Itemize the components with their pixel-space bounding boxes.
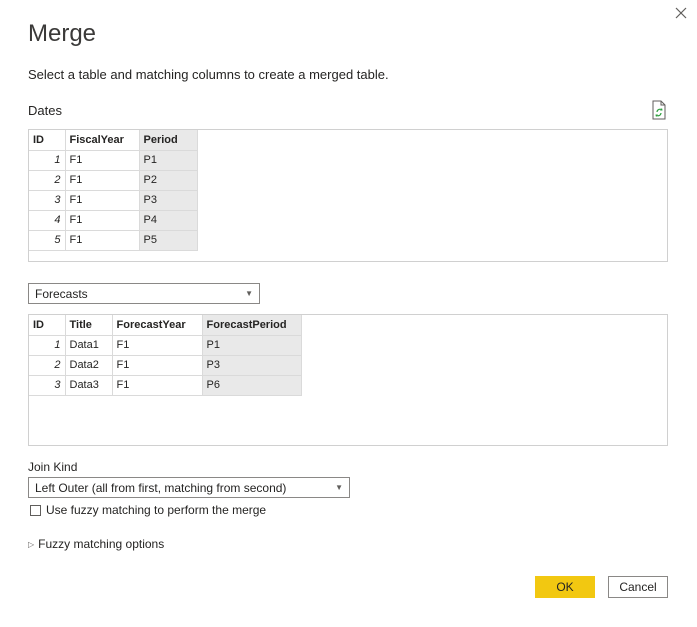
second-table-grid: ID Title ForecastYear ForecastPeriod 1 D…	[29, 315, 302, 396]
table-cell: P5	[138, 229, 198, 251]
refresh-icon[interactable]	[650, 100, 668, 120]
first-table-preview: ID FiscalYear Period 1 F1 P1 2 F1 P2 3 F…	[28, 129, 668, 262]
table-cell: P3	[138, 189, 198, 211]
table-cell: F1	[111, 354, 203, 376]
table-cell: P1	[201, 334, 302, 356]
table-row: 1 F1 P1	[29, 149, 198, 171]
table-cell: P4	[138, 209, 198, 231]
close-icon[interactable]	[672, 4, 690, 22]
table-cell: 3	[29, 374, 66, 396]
table-cell: F1	[64, 229, 140, 251]
table-cell: 1	[29, 149, 66, 171]
cancel-button[interactable]: Cancel	[608, 576, 668, 598]
first-table-name: Dates	[28, 103, 62, 118]
table-row: 3 F1 P3	[29, 189, 198, 211]
table-header-row: ID FiscalYear Period	[29, 130, 198, 151]
table-cell: F1	[111, 374, 203, 396]
table-cell: F1	[64, 209, 140, 231]
column-header-fiscalyear[interactable]: FiscalYear	[64, 130, 140, 151]
table-header-row: ID Title ForecastYear ForecastPeriod	[29, 315, 302, 336]
dialog-title: Merge	[28, 20, 97, 47]
table-cell: 1	[29, 334, 66, 356]
table-cell: F1	[64, 169, 140, 191]
join-kind-select[interactable]: Left Outer (all from first, matching fro…	[28, 477, 350, 498]
column-header-id[interactable]: ID	[29, 130, 66, 151]
table-cell: F1	[64, 189, 140, 211]
second-table-select[interactable]: Forecasts ▼	[28, 283, 260, 304]
table-row: 3 Data3 F1 P6	[29, 374, 302, 396]
table-row: 2 F1 P2	[29, 169, 198, 191]
ok-button[interactable]: OK	[535, 576, 595, 598]
fuzzy-matching-checkbox[interactable]	[30, 505, 41, 516]
table-cell: P1	[138, 149, 198, 171]
second-table-select-value: Forecasts	[35, 286, 88, 301]
join-kind-select-value: Left Outer (all from first, matching fro…	[35, 480, 287, 495]
table-row: 1 Data1 F1 P1	[29, 334, 302, 356]
table-cell: Data2	[64, 354, 113, 376]
chevron-down-icon: ▼	[245, 289, 253, 298]
table-cell: 2	[29, 169, 66, 191]
column-header-period[interactable]: Period	[138, 130, 198, 151]
table-cell: P2	[138, 169, 198, 191]
fuzzy-options-expander[interactable]: ▷ Fuzzy matching options	[28, 537, 164, 551]
table-cell: 2	[29, 354, 66, 376]
table-cell: P3	[201, 354, 302, 376]
table-cell: Data3	[64, 374, 113, 396]
table-row: 4 F1 P4	[29, 209, 198, 231]
column-header-id[interactable]: ID	[29, 315, 66, 336]
dialog-subtitle: Select a table and matching columns to c…	[28, 67, 389, 82]
table-cell: F1	[64, 149, 140, 171]
fuzzy-options-label: Fuzzy matching options	[38, 537, 165, 551]
table-cell: F1	[111, 334, 203, 356]
second-table-preview: ID Title ForecastYear ForecastPeriod 1 D…	[28, 314, 668, 446]
table-row: 2 Data2 F1 P3	[29, 354, 302, 376]
column-header-title[interactable]: Title	[64, 315, 113, 336]
table-cell: Data1	[64, 334, 113, 356]
table-cell: P6	[201, 374, 302, 396]
table-cell: 5	[29, 229, 66, 251]
chevron-down-icon: ▼	[335, 483, 343, 492]
first-table-grid: ID FiscalYear Period 1 F1 P1 2 F1 P2 3 F…	[29, 130, 198, 251]
table-cell: 3	[29, 189, 66, 211]
table-row: 5 F1 P5	[29, 229, 198, 251]
fuzzy-matching-label[interactable]: Use fuzzy matching to perform the merge	[46, 503, 266, 517]
join-kind-label: Join Kind	[28, 460, 78, 474]
chevron-right-icon: ▷	[28, 539, 35, 549]
column-header-forecastyear[interactable]: ForecastYear	[111, 315, 203, 336]
column-header-forecastperiod[interactable]: ForecastPeriod	[201, 315, 302, 336]
table-cell: 4	[29, 209, 66, 231]
